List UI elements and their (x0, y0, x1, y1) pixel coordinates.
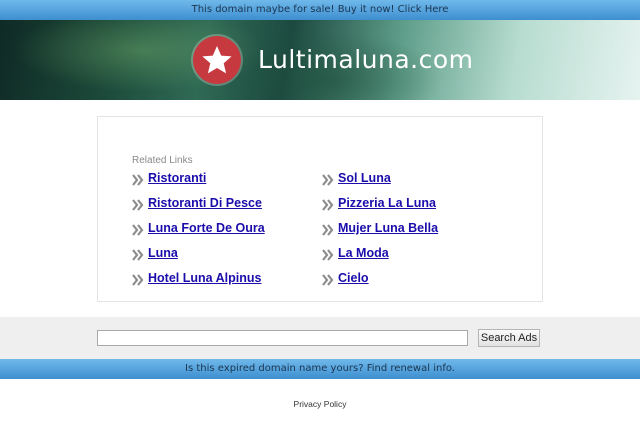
double-chevron-right-icon (132, 274, 144, 286)
related-link-label[interactable]: La Moda (338, 246, 389, 260)
double-chevron-right-icon (322, 249, 334, 261)
related-link-label[interactable]: Cielo (338, 271, 369, 285)
related-link[interactable]: Luna Forte De Oura (132, 219, 265, 237)
privacy-policy-link[interactable]: Privacy Policy (0, 399, 640, 409)
double-chevron-right-icon (132, 224, 144, 236)
related-link-label[interactable]: Hotel Luna Alpinus (148, 271, 261, 285)
related-link[interactable]: Ristoranti Di Pesce (132, 194, 262, 212)
search-input[interactable] (97, 330, 468, 346)
logo (193, 36, 241, 84)
related-links-panel: Related Links Ristoranti Ristoranti Di P… (97, 116, 543, 302)
related-link-label[interactable]: Mujer Luna Bella (338, 221, 438, 235)
related-link-label[interactable]: Ristoranti (148, 171, 206, 185)
related-link-label[interactable]: Pizzeria La Luna (338, 196, 436, 210)
double-chevron-right-icon (322, 224, 334, 236)
related-link[interactable]: Ristoranti (132, 169, 206, 187)
search-area: Search Ads (0, 317, 640, 359)
double-chevron-right-icon (132, 199, 144, 211)
related-links-title: Related Links (132, 155, 193, 166)
related-link-label[interactable]: Ristoranti Di Pesce (148, 196, 262, 210)
double-chevron-right-icon (322, 174, 334, 186)
related-link[interactable]: Hotel Luna Alpinus (132, 269, 261, 287)
star-icon (202, 46, 232, 74)
related-link-label[interactable]: Sol Luna (338, 171, 391, 185)
related-link[interactable]: Luna (132, 244, 178, 262)
double-chevron-right-icon (322, 199, 334, 211)
related-link[interactable]: Sol Luna (322, 169, 391, 187)
related-link[interactable]: Cielo (322, 269, 369, 287)
related-link[interactable]: La Moda (322, 244, 389, 262)
double-chevron-right-icon (132, 174, 144, 186)
sale-notice-text[interactable]: This domain maybe for sale! Buy it now! … (192, 4, 449, 15)
header-banner: Lultimaluna.com (0, 20, 640, 100)
related-link-label[interactable]: Luna Forte De Oura (148, 221, 265, 235)
site-name: Lultimaluna.com (258, 45, 474, 74)
sale-notice-bar[interactable]: This domain maybe for sale! Buy it now! … (0, 0, 640, 20)
search-ads-button[interactable]: Search Ads (478, 329, 540, 347)
renewal-info-text[interactable]: Is this expired domain name yours? Find … (185, 363, 455, 374)
related-link[interactable]: Mujer Luna Bella (322, 219, 438, 237)
double-chevron-right-icon (132, 249, 144, 261)
related-link-label[interactable]: Luna (148, 246, 178, 260)
double-chevron-right-icon (322, 274, 334, 286)
renewal-info-bar[interactable]: Is this expired domain name yours? Find … (0, 359, 640, 379)
related-link[interactable]: Pizzeria La Luna (322, 194, 436, 212)
